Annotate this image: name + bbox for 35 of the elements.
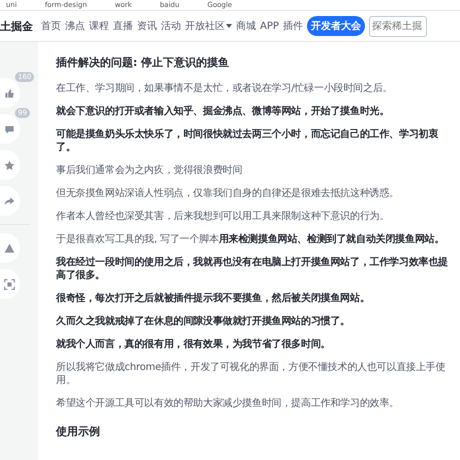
thumbs-up-icon <box>4 88 14 98</box>
nav-link[interactable]: 课程 <box>89 19 109 33</box>
nav-link[interactable]: 资讯 <box>137 19 157 33</box>
nav-link[interactable]: 直播 <box>113 19 133 33</box>
star-icon <box>4 160 14 170</box>
paragraph: 久而久之我就戒掉了在休息的间隙没事做就打开摸鱼网站的习惯了。 <box>56 315 352 328</box>
paragraph: 作者本人曾经也深受其害，后来我想到可以用工具来限制这种下意识的行为。 <box>56 210 390 223</box>
nav-link[interactable]: 首页 <box>41 19 61 33</box>
nav-link[interactable]: 开放社区 <box>185 19 232 33</box>
nav-link[interactable]: APP <box>260 20 279 32</box>
nav-link[interactable]: 商城 <box>236 19 256 33</box>
paragraph: 所以我将它做成chrome插件，开发了可视化的界面，方便不懂技术的人也可以直接上手使用。 <box>56 361 446 387</box>
nav-link[interactable]: 插件 <box>282 19 303 33</box>
comment-icon <box>4 124 14 134</box>
paragraph: 在工作、学习期间，如果事情不是太忙，或者说在学习/忙碌一小段时间之后。 <box>56 82 394 95</box>
paragraph: 很奇怪，每次打开之后就被插件提示我不要摸鱼，然后被关闭摸鱼网站。 <box>56 292 371 305</box>
search-field[interactable]: 探索稀土掘 <box>368 16 427 36</box>
paragraph: 事后我们通常会为之内疚，觉得很浪费时间 <box>56 164 244 177</box>
paragraph: 于是很喜欢写工具的我, 写了一个脚本用来检测摸鱼网站、检测到了就自动关闭摸鱼网站。 <box>56 233 446 246</box>
paragraph: 就会下意识的打开或者输入知乎、掘金沸点、微博等网站，开始了摸鱼时光。 <box>56 105 390 118</box>
caret-icon <box>226 24 232 28</box>
section-heading: 使用示例 <box>56 424 101 439</box>
paragraph: 可能是摸鱼奶头乐太快乐了，时间很快就过去两三个小时，而忘记自己的工作、学习初衷了。 <box>56 128 440 154</box>
section-heading: 插件解决的问题: 停止下意识的摸鱼 <box>56 55 230 70</box>
nav-link[interactable]: 活动 <box>161 19 181 33</box>
paragraph: 我在经过一段时间的使用之后，我就再也没有在电脑上打开摸鱼网站了，工作学习效率也提高了很多。 <box>56 256 450 282</box>
paragraph: 希望这个开源工具可以有效的帮助大家减少摸鱼时间，提高工作和学习的效率。 <box>56 397 400 410</box>
focus-icon <box>4 278 14 290</box>
paragraph: 就我个人而言，真的很有用，很有效果，为我节省了很多时间。 <box>56 338 332 351</box>
site-logo[interactable]: 土掘金 <box>0 18 33 34</box>
paragraph: 但无奈摸鱼网站深谙人性弱点，仅靠我们自身的自律还是很难去抵抗这种诱惑。 <box>56 187 400 200</box>
nav-link[interactable]: 沸点 <box>65 19 85 33</box>
share-icon <box>4 196 14 206</box>
promo-badge[interactable]: 开发者大会 <box>306 16 365 36</box>
warning-icon <box>4 242 14 254</box>
